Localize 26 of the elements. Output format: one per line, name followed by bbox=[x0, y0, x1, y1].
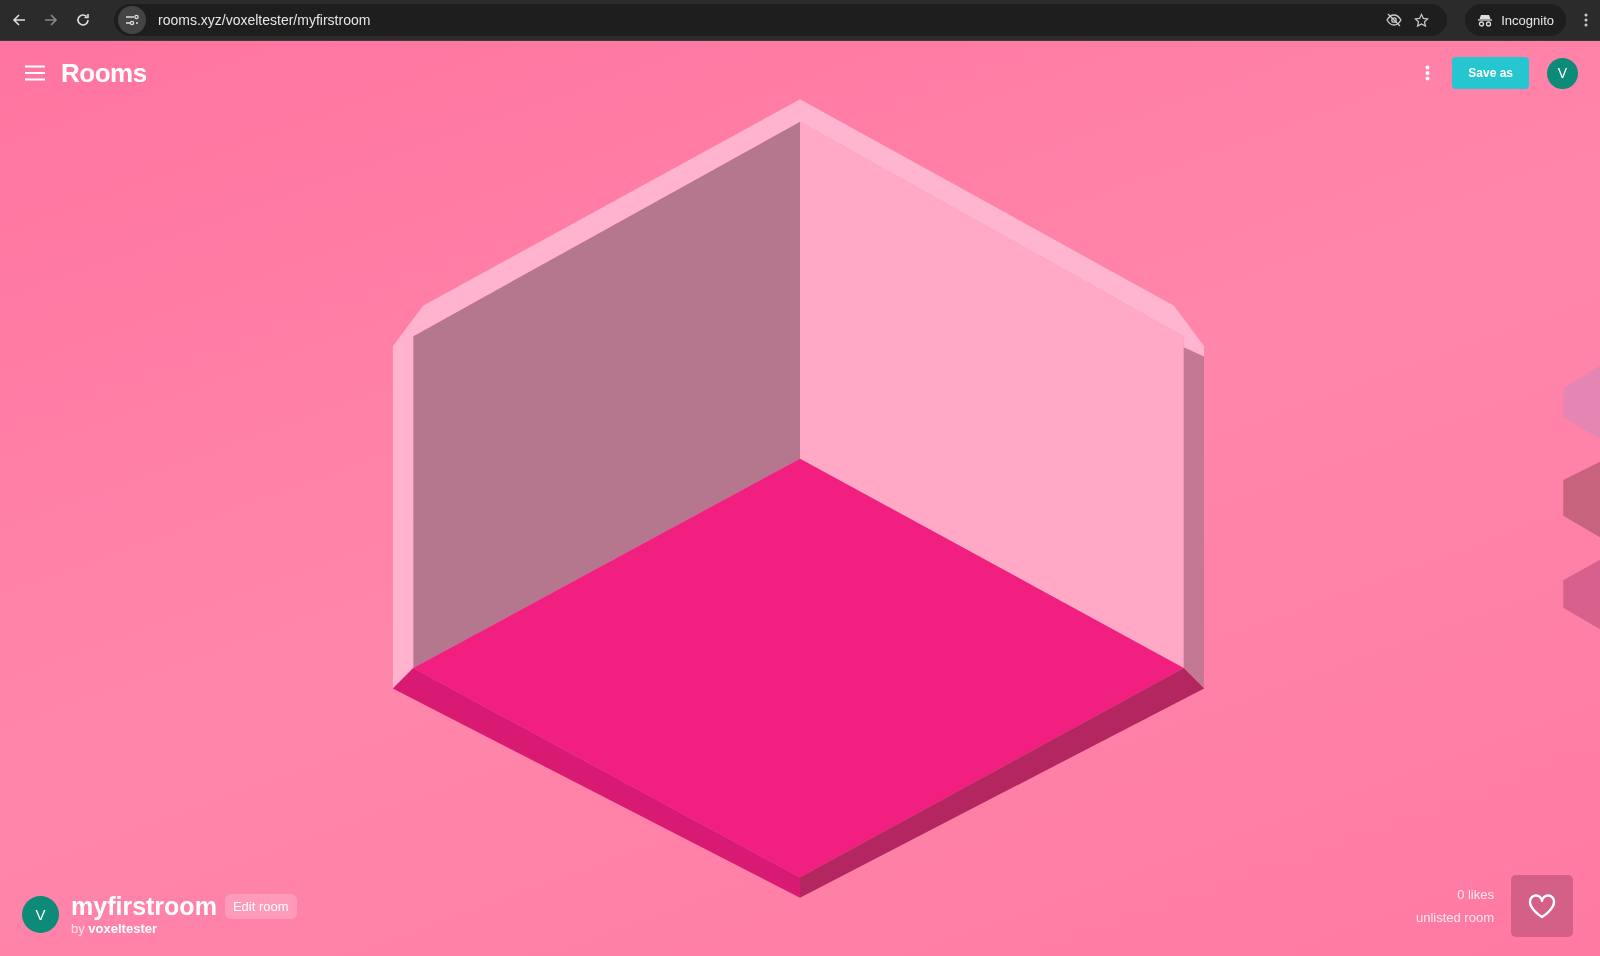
like-button[interactable] bbox=[1511, 875, 1573, 937]
room-drawing[interactable] bbox=[392, 99, 1205, 898]
menu-icon[interactable] bbox=[25, 65, 45, 81]
incognito-icon bbox=[1477, 13, 1494, 27]
room-thumbnail[interactable] bbox=[1563, 461, 1600, 538]
incognito-badge[interactable]: Incognito bbox=[1465, 4, 1566, 36]
visibility-label: unlisted room bbox=[1415, 909, 1494, 925]
likes-count: 0 likes bbox=[1457, 886, 1494, 902]
author-byline[interactable]: by voxeltester bbox=[71, 921, 297, 936]
site-settings-icon[interactable] bbox=[118, 6, 146, 34]
star-icon[interactable] bbox=[1414, 12, 1430, 28]
profile-label: Incognito bbox=[1501, 12, 1554, 28]
eye-slash-icon[interactable] bbox=[1386, 13, 1403, 27]
more-icon[interactable] bbox=[1584, 13, 1588, 27]
room-thumbnail[interactable] bbox=[1563, 365, 1600, 440]
heart-icon bbox=[1528, 893, 1556, 919]
app-title[interactable]: Rooms bbox=[61, 57, 147, 89]
url-text: rooms.xyz/voxeltester/myfirstroom bbox=[158, 12, 371, 28]
author-avatar[interactable]: V bbox=[22, 895, 59, 933]
forward-icon[interactable] bbox=[44, 13, 58, 27]
back-icon[interactable] bbox=[12, 13, 26, 27]
address-bar[interactable]: rooms.xyz/voxeltester/myfirstroom bbox=[114, 4, 1448, 36]
room-thumbnail[interactable] bbox=[1563, 559, 1600, 630]
room-name: myfirstroom bbox=[71, 892, 217, 921]
reload-icon[interactable] bbox=[76, 13, 90, 27]
user-avatar[interactable]: V bbox=[1547, 57, 1578, 89]
